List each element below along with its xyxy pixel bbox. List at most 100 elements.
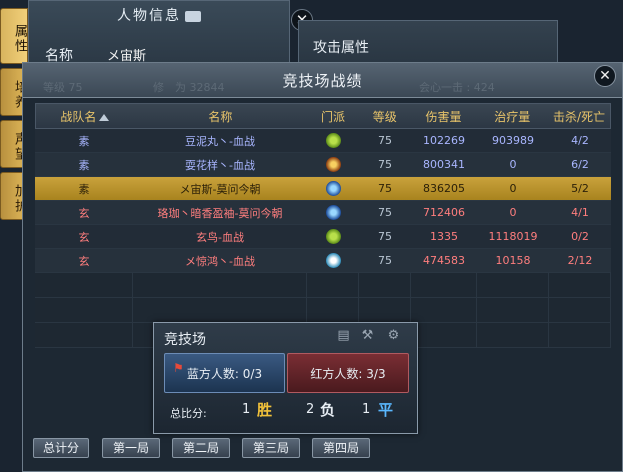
arena-table: 战队名 名称 门派 等级 伤害量 治疗量 击杀/死亡 素 豆泥丸丶-血战 75 102… [35,103,611,348]
character-info-title: 人物信息 [29,5,289,25]
blue-team-count: 蓝方人数: 0/3 [186,367,263,381]
table-row[interactable]: 玄 玄鸟-血战 75 1335 1118019 0/2 [35,225,611,249]
leaf-icon [325,133,341,148]
round-4-button[interactable]: 第四局 [312,438,370,458]
table-body: 素豆泥丸丶-血战 75 102269 903989 4/2 素耍花样丶-血战 75 80034… [35,129,611,273]
row-damage: 712406 [423,206,465,219]
empty-cell [307,298,359,322]
arena-summary-panel: 竞技场 ▤ ⚒ ⚙ ⚑ 蓝方人数: 0/3 红方人数: 3/3 总比分: 1 胜… [153,322,418,434]
row-school [307,229,359,244]
empty-cell [307,273,359,297]
empty-cell [35,323,133,347]
draw-count: 1 [362,402,371,417]
col-damage-header[interactable]: 伤害量 [411,108,477,125]
col-team-label: 战队名 [60,109,97,124]
total-score-button[interactable]: 总计分 [33,438,89,458]
row-damage: 1335 [430,230,458,243]
row-damage: 474583 [423,254,465,267]
red-team-count: 红方人数: 3/3 [310,367,386,381]
round-2-button[interactable]: 第二局 [172,438,230,458]
col-level-header[interactable]: 等级 [359,108,411,125]
empty-cell [477,323,549,347]
row-level: 75 [378,158,392,171]
sort-up-icon [99,113,110,121]
empty-cell [411,323,477,347]
row-team: 玄 [78,206,90,220]
empty-cell [35,273,133,297]
col-name-header[interactable]: 名称 [134,108,307,125]
row-kd: 2/12 [567,254,593,267]
tab-attributes[interactable]: 属性 [0,8,28,64]
row-kd: 6/2 [571,158,589,171]
col-kd-header[interactable]: 击杀/死亡 [548,108,610,125]
row-school [307,205,359,220]
total-score-label: 总比分: [170,407,207,420]
loss-mark: 负 [320,401,336,419]
empty-cell [35,298,133,322]
row-level: 75 [378,230,392,243]
empty-cell [549,273,611,297]
row-damage: 102269 [423,134,465,147]
row-name: メ惊鸿丶-血战 [185,254,255,268]
attack-attributes-title: 攻击属性 [313,40,369,56]
empty-cell [549,323,611,347]
table-row[interactable]: 素 メ宙斯-莫问今朝 75 836205 0 5/2 [35,177,611,201]
empty-table-row [35,273,611,298]
row-heal: 10158 [495,254,531,267]
row-team: 素 [78,134,90,148]
leaf-icon [325,229,341,244]
list-icon[interactable] [185,10,201,22]
row-level: 75 [378,134,392,147]
yinyang-icon [325,253,341,268]
arena-title: 竞技场战绩 [282,72,363,90]
draw-mark: 平 [378,401,394,419]
col-team-header[interactable]: 战队名 [36,108,134,125]
empty-cell [411,298,477,322]
table-row[interactable]: 玄 メ惊鸿丶-血战 75 474583 10158 2/12 [35,249,611,273]
row-heal: 0 [509,158,517,171]
row-heal: 0 [509,182,517,195]
row-kd: 4/2 [571,134,589,147]
empty-cell [133,273,307,297]
table-header: 战队名 名称 门派 等级 伤害量 治疗量 击杀/死亡 [35,103,611,129]
tool-icon[interactable]: ⚒ [360,328,375,343]
row-name: 耍花样丶-血战 [185,158,255,172]
row-heal: 1118019 [488,230,538,243]
empty-cell [359,298,411,322]
row-team: 玄 [78,230,90,244]
sword-icon [325,205,341,220]
win-count: 1 [242,402,251,417]
row-kd: 4/1 [571,206,589,219]
empty-cell [133,298,307,322]
row-school [307,253,359,268]
round-3-button[interactable]: 第三局 [242,438,300,458]
loss-count: 2 [306,402,315,417]
empty-cell [477,298,549,322]
row-name: 珞珈丶暗香盈袖-莫问今朝 [157,206,283,220]
arena-close-button[interactable]: ✕ [594,65,616,87]
table-row[interactable]: 玄 珞珈丶暗香盈袖-莫问今朝 75 712406 0 4/1 [35,201,611,225]
summary-title: 竞技场 [164,332,206,348]
empty-cell [359,273,411,297]
empty-cell [477,273,549,297]
empty-cell [549,298,611,322]
row-school [307,157,359,172]
settings-icon[interactable]: ⚙ [386,328,401,343]
col-school-header[interactable]: 门派 [307,108,359,125]
table-row[interactable]: 素 豆泥丸丶-血战 75 102269 903989 4/2 [35,129,611,153]
character-info-title-text: 人物信息 [117,8,181,24]
row-kd: 0/2 [571,230,589,243]
row-name: 豆泥丸丶-血战 [185,134,255,148]
row-name: 玄鸟-血战 [196,230,244,244]
col-heal-header[interactable]: 治疗量 [476,108,548,125]
document-icon[interactable]: ▤ [336,328,351,343]
row-level: 75 [378,206,392,219]
round-1-button[interactable]: 第一局 [102,438,160,458]
row-level: 75 [378,254,392,267]
table-row[interactable]: 素 耍花样丶-血战 75 800341 0 6/2 [35,153,611,177]
win-mark: 胜 [257,401,273,419]
row-team: 素 [78,158,90,172]
row-team: 玄 [78,254,90,268]
row-damage: 836205 [423,182,465,195]
row-damage: 800341 [423,158,465,171]
